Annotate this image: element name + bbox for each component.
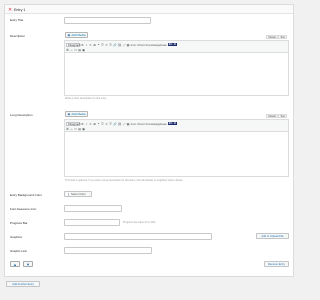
media-embed-icon[interactable]: ▣: [82, 48, 85, 52]
fullscreen-icon[interactable]: ⤢: [123, 122, 126, 126]
add-another-entry-button[interactable]: Add Another Entry: [6, 281, 40, 287]
graphics-input[interactable]: [64, 233, 212, 240]
select-color-button[interactable]: Select Color: [64, 191, 92, 197]
tab-text-2[interactable]: Text: [278, 114, 288, 118]
progress-hint: Progress bar value (0 to 100): [123, 221, 156, 224]
select-color-label: Select Color: [71, 192, 86, 196]
list-icon[interactable]: ≡: [89, 43, 92, 47]
align-left-icon[interactable]: ☰: [101, 122, 104, 126]
brand-badge[interactable]: B L O: [167, 121, 177, 126]
entry-title-input[interactable]: [64, 17, 151, 24]
add-media-label: Add Media: [71, 112, 86, 116]
quote-icon[interactable]: ❝: [97, 122, 100, 126]
move-up-button[interactable]: ▲: [10, 261, 20, 267]
entry-header[interactable]: ✕ Entry 1: [5, 5, 293, 14]
knowledgebase-button[interactable]: Knowledgebase: [146, 43, 167, 47]
chart-button[interactable]: Chart: [137, 122, 144, 126]
brand-badge[interactable]: B L O: [167, 42, 177, 47]
graphic-link-input[interactable]: [64, 247, 152, 254]
move-down-button[interactable]: ▼: [23, 261, 33, 267]
graphics-label: Graphics: [10, 235, 23, 239]
toolbar-row-1: Paragraph B I ≡ ≔ ❝ ☰ ≡ ☰ 🔗 ⛓ ⤢ ▦ Icon C…: [66, 42, 177, 47]
awesome-icon-label: Font Awesome Icon: [10, 207, 37, 211]
icon-button[interactable]: Icon: [131, 43, 137, 47]
image-icon[interactable]: ▭: [74, 127, 77, 131]
link-icon[interactable]: 🔗: [113, 43, 117, 47]
align-center-icon[interactable]: ≡: [105, 43, 108, 47]
italic-icon[interactable]: I: [85, 43, 88, 47]
bold-icon[interactable]: B: [81, 122, 84, 126]
list-icon[interactable]: ≡: [89, 122, 92, 126]
bg-color-label: Entry Background Color: [10, 193, 42, 197]
gallery-icon[interactable]: ▤: [78, 127, 81, 131]
remove-entry-button[interactable]: Remove Entry: [264, 261, 289, 267]
editor-toolbar: Paragraph B I ≡ ≔ ❝ ☰ ≡ ☰ 🔗 ⛓ ⤢ ▦ Icon C…: [65, 41, 288, 53]
description-hint: Write a short description for this entry: [65, 97, 107, 100]
gallery-icon[interactable]: ▤: [78, 48, 81, 52]
long-description-label: Long Description: [10, 113, 33, 117]
align-right-icon[interactable]: ☰: [109, 122, 112, 126]
numbered-list-icon[interactable]: ≔: [93, 122, 96, 126]
shortcode-icon[interactable]: ⌘: [66, 48, 69, 52]
quote-icon[interactable]: ❝: [97, 43, 100, 47]
fullscreen-icon[interactable]: ⤢: [123, 43, 126, 47]
graphic-link-label: Graphic Link: [10, 249, 27, 253]
entry-title-label: Entry Title: [10, 18, 24, 22]
close-icon[interactable]: ✕: [8, 7, 12, 13]
toolbar-row-2: ⌘ ‹› ▭ ▤ ▣: [66, 48, 85, 53]
toolbar-row-2: ⌘ ‹› ▭ ▤ ▣: [66, 127, 85, 132]
add-media-label: Add Media: [71, 33, 86, 37]
format-select[interactable]: Paragraph: [66, 42, 81, 47]
color-swatch: [66, 192, 69, 196]
progress-bar-input[interactable]: [64, 219, 120, 226]
align-right-icon[interactable]: ☰: [109, 43, 112, 47]
icon-button[interactable]: Icon: [131, 122, 137, 126]
bold-icon[interactable]: B: [81, 43, 84, 47]
unlink-icon[interactable]: ⛓: [118, 43, 122, 47]
code-icon[interactable]: ‹›: [70, 127, 73, 131]
numbered-list-icon[interactable]: ≔: [93, 43, 96, 47]
long-description-hint: This field is optional. If you write a l…: [65, 179, 183, 182]
chart-button[interactable]: Chart: [137, 43, 144, 47]
awesome-icon-input[interactable]: [64, 205, 122, 212]
align-left-icon[interactable]: ☰: [101, 43, 104, 47]
description-label: Description: [10, 34, 26, 38]
align-center-icon[interactable]: ≡: [105, 122, 108, 126]
entry-title: Entry 1: [14, 7, 26, 12]
editor-toolbar-2: Paragraph B I ≡ ≔ ❝ ☰ ≡ ☰ 🔗 ⛓ ⤢ ▦ Icon C…: [65, 120, 288, 132]
media-icon: ▣: [67, 33, 71, 37]
progress-bar-label: Progress Bar: [10, 221, 28, 225]
add-media-button[interactable]: ▣ Add Media: [65, 32, 89, 38]
media-icon: ▣: [67, 112, 71, 116]
toolbar-row-1: Paragraph B I ≡ ≔ ❝ ☰ ≡ ☰ 🔗 ⛓ ⤢ ▦ Icon C…: [66, 121, 177, 126]
unlink-icon[interactable]: ⛓: [118, 122, 122, 126]
description-editor[interactable]: Paragraph B I ≡ ≔ ❝ ☰ ≡ ☰ 🔗 ⛓ ⤢ ▦ Icon C…: [64, 40, 289, 96]
table-icon[interactable]: ▦: [127, 122, 130, 126]
add-media-button-2[interactable]: ▣ Add Media: [65, 111, 89, 117]
italic-icon[interactable]: I: [85, 122, 88, 126]
media-embed-icon[interactable]: ▣: [82, 127, 85, 131]
tab-text[interactable]: Text: [278, 35, 288, 39]
tab-visual[interactable]: Visual: [266, 35, 278, 39]
knowledgebase-button[interactable]: Knowledgebase: [146, 122, 167, 126]
tab-visual-2[interactable]: Visual: [266, 114, 278, 118]
shortcode-icon[interactable]: ⌘: [66, 127, 69, 131]
add-upload-file-button[interactable]: Add or Upload File: [256, 233, 289, 239]
table-icon[interactable]: ▦: [127, 43, 130, 47]
format-select[interactable]: Paragraph: [66, 121, 81, 126]
image-icon[interactable]: ▭: [74, 48, 77, 52]
long-description-editor[interactable]: Paragraph B I ≡ ≔ ❝ ☰ ≡ ☰ 🔗 ⛓ ⤢ ▦ Icon C…: [64, 119, 289, 177]
link-icon[interactable]: 🔗: [113, 122, 117, 126]
code-icon[interactable]: ‹›: [70, 48, 73, 52]
